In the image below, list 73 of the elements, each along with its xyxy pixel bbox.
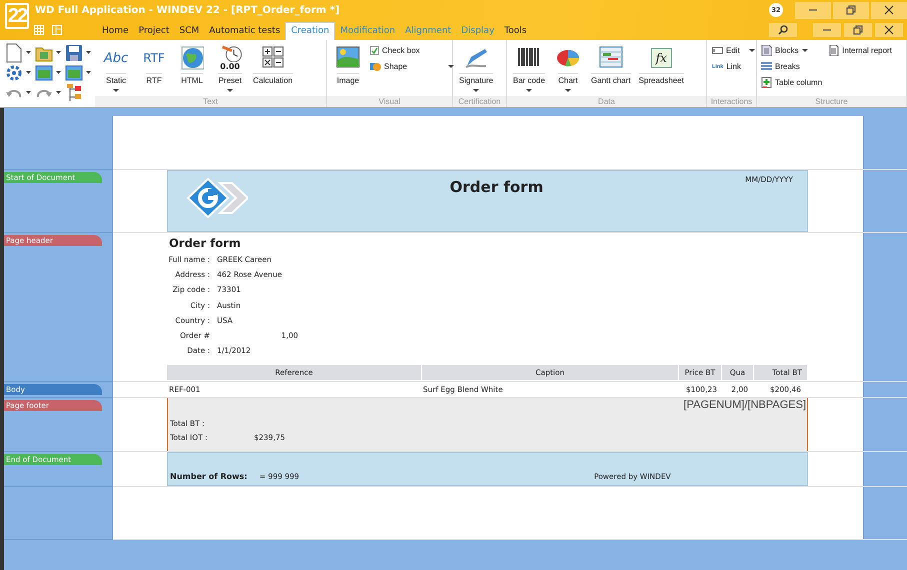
app-logo: 22 <box>5 3 29 29</box>
group-label: Visual <box>327 96 452 107</box>
image-icon <box>336 46 360 70</box>
close-icon <box>884 5 894 15</box>
dropdown-arrow-icon[interactable] <box>56 51 61 55</box>
group-label: Interactions <box>707 96 756 107</box>
page-number-field: [PAGENUM]/[NBPAGES] <box>168 399 806 411</box>
checkbox[interactable] <box>370 46 379 55</box>
ribbon-glyph: 0.00 <box>220 62 240 71</box>
window-title: WD Full Application - WINDEV 22 - [RPT_Order_form *] <box>35 4 341 16</box>
shape-icon <box>370 61 381 72</box>
gantt-chart-icon <box>598 46 623 70</box>
ribbon-tab[interactable]: Project <box>134 22 174 40</box>
tree-icon[interactable] <box>64 83 84 103</box>
ribbon-tab[interactable]: Home <box>97 22 134 40</box>
close-button[interactable] <box>875 23 903 37</box>
dropdown-arrow-icon[interactable] <box>26 91 31 95</box>
table-column-icon <box>761 77 772 88</box>
ribbon-button[interactable]: Image <box>330 42 366 96</box>
restore-button[interactable] <box>833 2 869 18</box>
pen-icon <box>464 46 488 70</box>
restore-icon <box>853 25 863 35</box>
g-logo-icon <box>184 177 248 219</box>
check-icon <box>371 47 378 54</box>
ribbon-button[interactable]: HTML <box>174 42 210 96</box>
save-icon[interactable] <box>64 43 84 63</box>
ribbon-button[interactable]: Edit <box>710 44 757 57</box>
edit-field-icon <box>712 45 723 56</box>
restore-button[interactable] <box>844 23 872 37</box>
search-button[interactable] <box>769 23 797 37</box>
breaks-icon <box>761 61 772 72</box>
ribbon-tab[interactable]: Creation <box>285 22 336 40</box>
ribbon-tab[interactable]: Automatic tests <box>204 22 286 40</box>
dropdown-arrow-icon[interactable] <box>56 71 61 75</box>
search-icon <box>778 25 788 35</box>
dropdown-arrow-icon[interactable] <box>26 51 31 55</box>
ribbon-button[interactable]: Breaks <box>759 60 824 73</box>
group-label: Data <box>507 96 706 107</box>
ribbon-button[interactable]: Calculation <box>250 42 296 96</box>
dropdown-arrow-icon[interactable] <box>56 91 61 95</box>
ribbon-glyph: RTF <box>143 51 165 65</box>
ribbon-button[interactable]: Check box <box>368 44 456 57</box>
run-window-icon[interactable] <box>64 63 84 83</box>
ribbon-glyph: Abc <box>104 50 128 66</box>
ribbon-button[interactable]: Shape <box>368 60 456 73</box>
group-label: Certification <box>453 96 506 107</box>
dropdown-arrow-icon[interactable] <box>86 51 91 55</box>
row-count-label: Number of Rows: <box>170 472 248 481</box>
ribbon-button[interactable]: Blocks <box>759 44 824 57</box>
globe-icon <box>180 46 204 70</box>
run-window-icon[interactable] <box>34 63 54 83</box>
dropdown-arrow-icon[interactable] <box>26 71 31 75</box>
ribbon-tab[interactable]: SCM <box>174 22 204 40</box>
report-title: Order form <box>448 178 544 196</box>
ribbon-button[interactable]: fx Spreadsheet <box>636 42 687 96</box>
dropdown-arrow-icon[interactable] <box>86 71 91 75</box>
gear-icon[interactable] <box>4 63 24 83</box>
close-icon <box>884 25 894 35</box>
restore-icon <box>846 5 856 15</box>
group-label: Structure <box>757 96 906 107</box>
calculator-icon <box>260 46 285 70</box>
ribbon-button[interactable]: Gantt chart <box>588 42 634 96</box>
blocks-icon <box>761 45 772 56</box>
form-title: Order form <box>169 236 242 250</box>
group-label: Text <box>95 96 326 107</box>
ribbon-button[interactable]: Table column <box>759 76 824 89</box>
ribbon-tab[interactable]: Tools <box>499 22 532 40</box>
ribbon-button[interactable]: Internal report <box>826 44 894 57</box>
internal-report-icon <box>828 45 840 56</box>
close-button[interactable] <box>871 2 907 18</box>
new-document-icon[interactable] <box>4 43 24 63</box>
ribbon-glyph: fx <box>650 48 672 68</box>
ribbon-button[interactable]: RTF RTF <box>136 42 172 96</box>
